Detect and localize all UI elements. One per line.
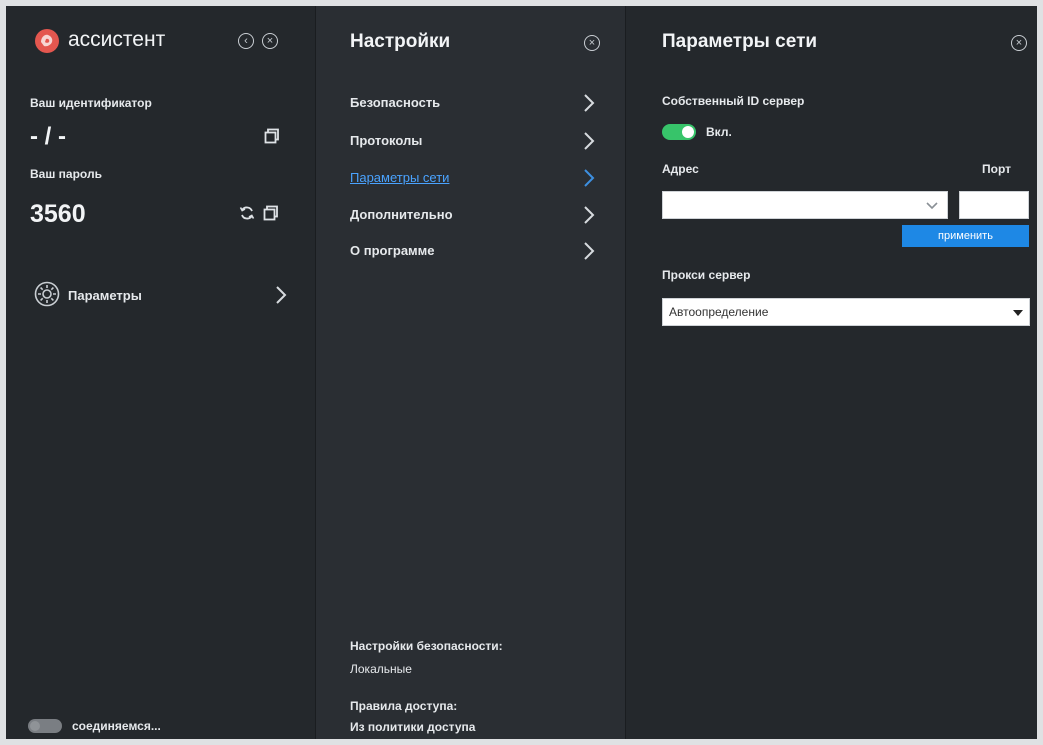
id-label: Ваш идентификатор xyxy=(30,96,152,110)
menu-item-label: Параметры сети xyxy=(350,170,450,185)
menu-item-label: Безопасность xyxy=(350,95,441,110)
dropdown-arrow-icon xyxy=(1013,310,1023,316)
params-row[interactable]: Параметры xyxy=(28,280,298,310)
app-name: ассистент xyxy=(68,28,166,51)
copy-id-icon[interactable] xyxy=(264,128,280,149)
chevron-right-icon xyxy=(584,206,595,224)
address-combobox[interactable] xyxy=(662,191,948,219)
network-title: Параметры сети xyxy=(662,31,818,52)
settings-gear-icon xyxy=(34,281,60,312)
menu-item-label: Дополнительно xyxy=(350,207,453,222)
chevron-right-icon xyxy=(584,242,595,260)
proxy-label: Прокси сервер xyxy=(662,268,751,282)
menu-item-label: Протоколы xyxy=(350,133,423,148)
password-value: 3560 xyxy=(30,200,86,228)
security-settings-value: Локальные xyxy=(350,662,412,676)
port-input[interactable] xyxy=(959,191,1029,219)
back-icon[interactable]: ‹ xyxy=(238,33,254,49)
chevron-right-icon xyxy=(584,132,595,150)
toggle-label: Вкл. xyxy=(706,125,732,139)
menu-item-network[interactable]: Параметры сети xyxy=(350,169,600,191)
access-rules-value: Из политики доступа xyxy=(350,720,476,734)
params-label: Параметры xyxy=(68,288,142,303)
chevron-down-icon[interactable] xyxy=(925,201,939,211)
security-settings-label: Настройки безопасности: xyxy=(350,639,503,653)
access-rules-label: Правила доступа: xyxy=(350,699,458,713)
apply-button[interactable]: применить xyxy=(902,225,1029,247)
password-label: Ваш пароль xyxy=(30,167,102,181)
app-window: ассистент ‹ × Ваш идентификатор - / - Ва… xyxy=(6,6,1037,739)
proxy-value: Автоопределение xyxy=(669,305,769,319)
proxy-select[interactable]: Автоопределение xyxy=(662,298,1030,326)
main-panel: ассистент ‹ × Ваш идентификатор - / - Ва… xyxy=(6,6,316,739)
settings-close-icon[interactable]: × xyxy=(584,35,600,51)
copy-password-icon[interactable] xyxy=(263,205,279,226)
port-label: Порт xyxy=(982,162,1012,176)
menu-item-about[interactable]: О программе xyxy=(350,242,600,264)
network-settings-panel: Параметры сети × Собственный ID сервер В… xyxy=(626,6,1037,739)
app-logo-icon xyxy=(34,28,60,54)
chevron-right-icon xyxy=(584,94,595,112)
settings-panel: Настройки × Безопасность Протоколы Парам… xyxy=(316,6,626,739)
chevron-right-icon xyxy=(584,169,595,187)
address-label: Адрес xyxy=(662,162,699,176)
settings-title: Настройки xyxy=(350,31,451,52)
connection-status-toggle xyxy=(28,719,62,733)
own-server-label: Собственный ID сервер xyxy=(662,94,805,108)
network-close-icon[interactable]: × xyxy=(1011,35,1027,51)
menu-item-security[interactable]: Безопасность xyxy=(350,94,600,116)
close-icon[interactable]: × xyxy=(262,33,278,49)
refresh-icon[interactable] xyxy=(239,205,255,226)
connection-status-text: соединяемся... xyxy=(72,719,161,733)
own-server-toggle[interactable] xyxy=(662,124,696,140)
chevron-right-icon xyxy=(276,286,287,304)
menu-item-advanced[interactable]: Дополнительно xyxy=(350,206,600,228)
menu-item-label: О программе xyxy=(350,243,435,258)
id-value: - / - xyxy=(30,123,66,150)
menu-item-protocols[interactable]: Протоколы xyxy=(350,132,600,154)
